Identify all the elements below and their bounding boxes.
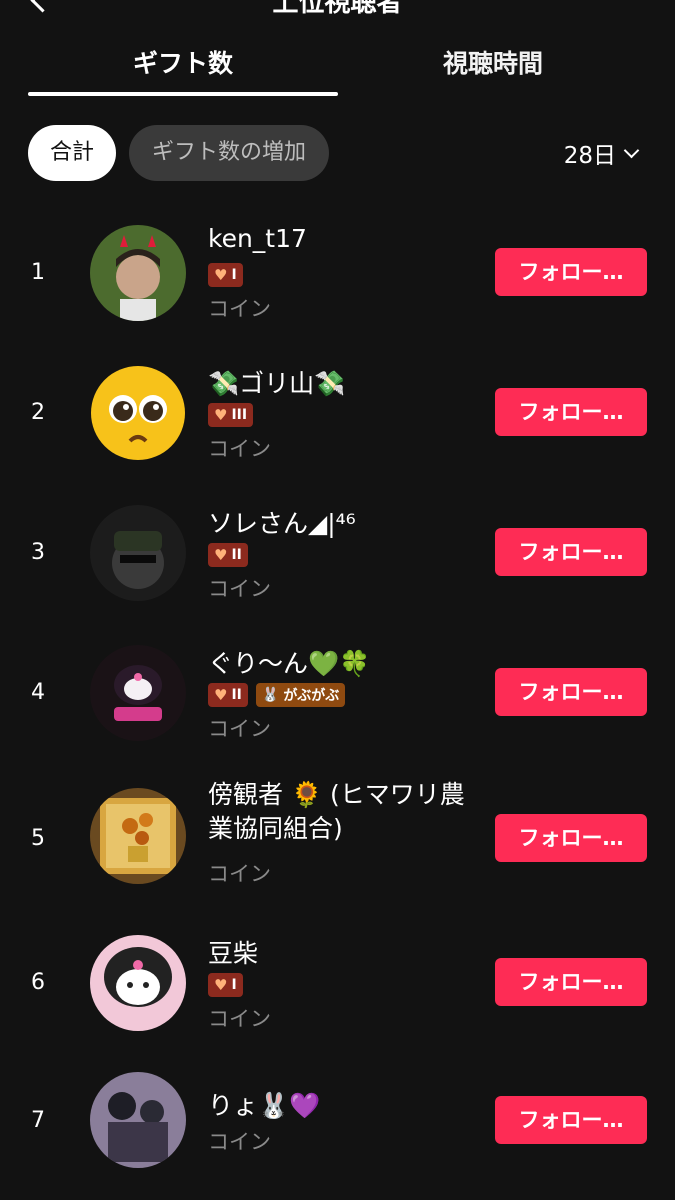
- follow-button[interactable]: フォロー…: [495, 248, 647, 296]
- rank-number: 5: [31, 826, 45, 851]
- list-item: 2 💸ゴリ山💸 ♥ III コイン フォロー…: [0, 340, 675, 480]
- follow-button[interactable]: フォロー…: [495, 668, 647, 716]
- avatar[interactable]: [90, 788, 186, 884]
- period-label: 28日: [563, 143, 616, 169]
- heart-icon: ♥: [214, 976, 228, 994]
- avatar[interactable]: [90, 1072, 186, 1168]
- badge-group: ♥ I: [208, 263, 243, 287]
- active-tab-indicator: [28, 92, 338, 96]
- list-item: 6 豆柴 ♥ I コイン フォロー…: [0, 910, 675, 1050]
- coin-label: コイン: [208, 297, 271, 321]
- gifter-level-badge: ♥ I: [208, 973, 243, 997]
- list-item: 1 ken_t17 ♥ I コイン フォロー…: [0, 200, 675, 340]
- avatar[interactable]: [90, 935, 186, 1031]
- rank-number: 7: [31, 1108, 45, 1133]
- follow-button[interactable]: フォロー…: [495, 1096, 647, 1144]
- heart-icon: ♥: [214, 266, 228, 284]
- coin-label: コイン: [208, 1007, 271, 1031]
- filter-increase-button[interactable]: ギフト数の増加: [129, 125, 329, 181]
- follow-button[interactable]: フォロー…: [495, 528, 647, 576]
- heart-icon: ♥: [214, 686, 228, 704]
- rank-number: 3: [31, 540, 45, 565]
- filter-total-button[interactable]: 合計: [28, 125, 116, 181]
- gifter-level-badge: ♥ II: [208, 683, 248, 707]
- tab-bar: ギフト数 視聴時間: [0, 30, 675, 100]
- filter-bar: 合計 ギフト数の増加 28日: [0, 125, 675, 181]
- avatar[interactable]: [90, 365, 186, 461]
- follow-button[interactable]: フォロー…: [495, 814, 647, 862]
- rank-number: 4: [31, 680, 45, 705]
- fan-club-badge: 🐰 がぶがぶ: [255, 683, 346, 707]
- chevron-down-icon: [623, 142, 640, 158]
- page-title: 上位視聴者: [272, 0, 403, 18]
- coin-label: コイン: [208, 717, 271, 741]
- follow-button[interactable]: フォロー…: [495, 958, 647, 1006]
- viewer-name: 豆柴: [208, 939, 259, 968]
- viewer-name: 💸ゴリ山💸: [208, 369, 346, 398]
- viewer-name: ken_t17: [208, 224, 307, 253]
- level-label: III: [231, 407, 248, 423]
- viewer-name: ソレさん◢|⁴⁶: [208, 509, 356, 538]
- badge-group: ♥ III: [208, 403, 254, 427]
- heart-icon: ♥: [214, 546, 228, 564]
- fan-club-label: がぶがぶ: [283, 688, 340, 704]
- tab-gift-count[interactable]: ギフト数: [28, 44, 338, 80]
- rabbit-icon: 🐰: [261, 687, 280, 703]
- avatar[interactable]: [90, 225, 186, 321]
- coin-label: コイン: [208, 437, 271, 461]
- list-item: 4 ぐり〜ん💚🍀 ♥ II 🐰 がぶがぶ コイン フォロー…: [0, 620, 675, 760]
- rank-number: 6: [31, 970, 45, 995]
- level-label: I: [231, 267, 237, 283]
- badge-group: ♥ I: [208, 973, 243, 997]
- rank-number: 2: [31, 400, 45, 425]
- list-item: 5 傍観者 🌻 (ヒマワリ農業協同組合) コイン フォロー…: [0, 760, 675, 900]
- top-bar: 上位視聴者: [0, 0, 675, 18]
- period-dropdown[interactable]: 28日: [563, 125, 640, 181]
- avatar[interactable]: [90, 645, 186, 741]
- avatar[interactable]: [90, 505, 186, 601]
- rank-number: 1: [31, 260, 45, 285]
- follow-button[interactable]: フォロー…: [495, 388, 647, 436]
- gifter-level-badge: ♥ I: [208, 263, 243, 287]
- level-label: II: [231, 687, 242, 703]
- coin-label: コイン: [208, 577, 271, 601]
- coin-label: コイン: [208, 862, 271, 886]
- viewer-name: りょ🐰💜: [208, 1091, 321, 1120]
- viewer-name: 傍観者 🌻 (ヒマワリ農業協同組合): [208, 780, 465, 843]
- list-item: 7 りょ🐰💜 コイン フォロー…: [0, 1050, 675, 1190]
- badge-group: ♥ II: [208, 543, 248, 567]
- gifter-level-badge: ♥ III: [208, 403, 254, 427]
- viewer-name: ぐり〜ん💚🍀: [208, 649, 371, 678]
- level-label: II: [231, 547, 242, 563]
- gifter-level-badge: ♥ II: [208, 543, 248, 567]
- badge-group: ♥ II 🐰 がぶがぶ: [208, 683, 346, 707]
- coin-label: コイン: [208, 1130, 271, 1154]
- tab-watch-time[interactable]: 視聴時間: [338, 44, 648, 80]
- heart-icon: ♥: [214, 406, 228, 424]
- list-item: 3 ソレさん◢|⁴⁶ ♥ II コイン フォロー…: [0, 480, 675, 620]
- level-label: I: [231, 977, 237, 993]
